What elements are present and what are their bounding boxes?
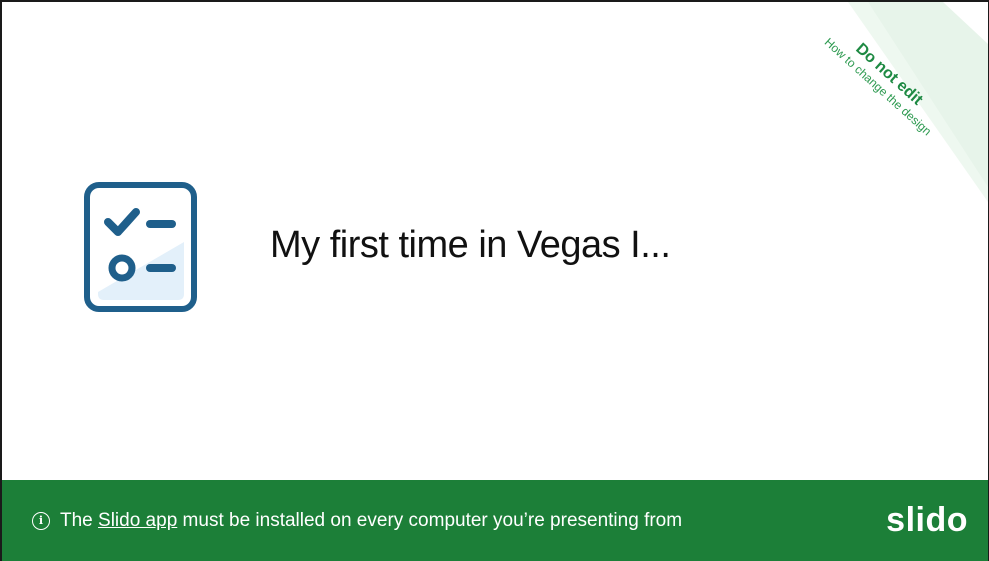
slido-app-link[interactable]: Slido app xyxy=(98,510,177,531)
corner-label[interactable]: Do not edit How to change the design xyxy=(792,2,977,166)
poll-question-title: My first time in Vegas I... xyxy=(270,224,671,266)
how-to-change-design-link[interactable]: How to change the design xyxy=(792,8,965,166)
footer-prefix: The xyxy=(60,509,99,531)
slide: Do not edit How to change the design My … xyxy=(0,0,989,561)
corner-ribbon-shape xyxy=(848,2,988,202)
corner-ribbon: Do not edit How to change the design xyxy=(768,2,988,202)
info-icon: i xyxy=(32,511,50,530)
do-not-edit-label: Do not edit xyxy=(852,40,926,109)
slido-logo: slido xyxy=(886,501,968,539)
poll-checklist-icon xyxy=(84,182,197,312)
footer-bar: i The Slido app must be installed on eve… xyxy=(2,480,988,561)
footer-notice: The Slido app must be installed on every… xyxy=(60,510,682,532)
footer-suffix: must be installed on every computer you’… xyxy=(177,509,683,531)
